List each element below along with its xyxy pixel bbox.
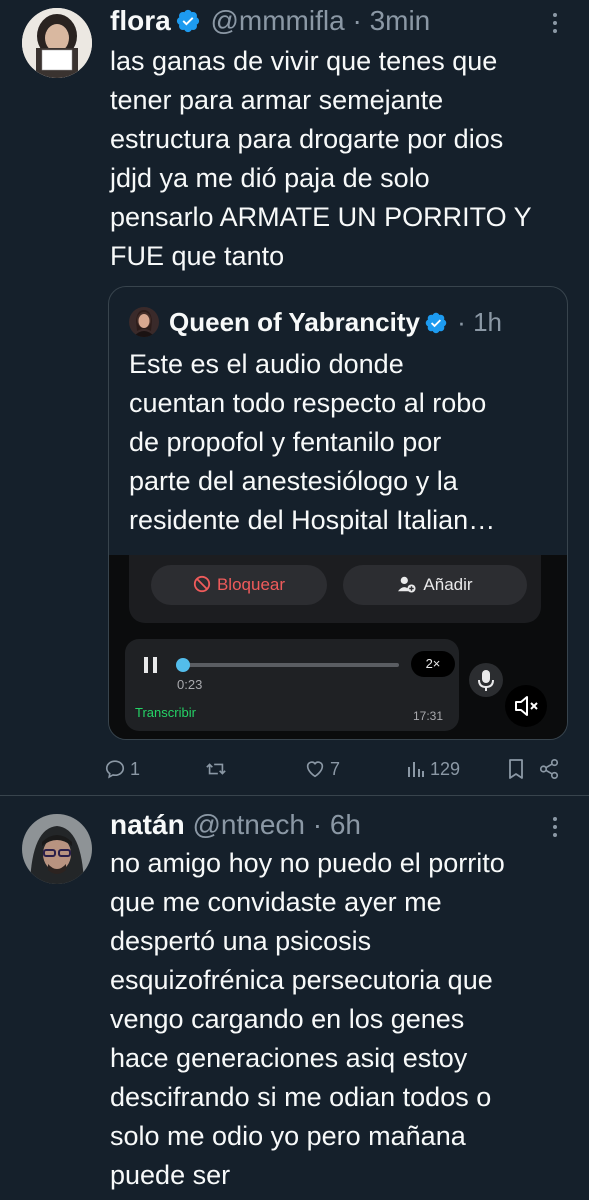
- quoted-timestamp[interactable]: 1h: [473, 307, 502, 337]
- separator-dot: ·: [457, 307, 466, 337]
- block-label: Bloquear: [216, 575, 286, 594]
- video-media[interactable]: Bloquear Añadir 0:23 2× Transcribir 17:3…: [109, 555, 567, 739]
- voice-message: 0:23 2× Transcribir 17:31: [125, 639, 459, 731]
- more-dots-icon[interactable]: [545, 8, 565, 38]
- reply-button[interactable]: 1: [104, 754, 140, 784]
- avatar-natan[interactable]: [22, 814, 92, 884]
- tweet-header: flora @mmmifla · 3min: [110, 4, 430, 42]
- speed-button: 2×: [411, 651, 455, 677]
- tweet-text: no amigo hoy no puedo el porrito que me …: [110, 844, 570, 1195]
- block-button: Bloquear: [151, 565, 327, 605]
- quoted-tweet[interactable]: Queen of Yabrancity · 1h Este es el audi…: [108, 286, 568, 740]
- like-count: 7: [330, 758, 341, 779]
- like-button[interactable]: 7: [304, 754, 340, 784]
- speed-label: 2×: [425, 656, 441, 671]
- text-line: esquizofrénica persecutoria que: [110, 965, 493, 995]
- text-line: parte del anestesiólogo y la: [129, 466, 458, 496]
- reply-icon: [105, 760, 125, 779]
- add-contact-icon: [398, 576, 416, 593]
- share-button[interactable]: [538, 754, 560, 784]
- pause-icon: [144, 657, 157, 673]
- timestamp[interactable]: 3min: [370, 5, 431, 36]
- avatar-flora-image: [22, 8, 92, 78]
- avatar-queen: [129, 307, 159, 337]
- handle[interactable]: @mmmifla: [210, 5, 344, 36]
- tweet-natan[interactable]: natán @ntnech · 6h no amigo hoy no puedo…: [0, 796, 589, 1200]
- timestamp[interactable]: 6h: [330, 809, 361, 840]
- audio-elapsed: 0:23: [177, 677, 203, 692]
- share-icon: [539, 759, 559, 779]
- repost-icon: [206, 763, 226, 775]
- avatar-flora[interactable]: [22, 8, 92, 78]
- text-line: vengo cargando en los genes: [110, 1004, 465, 1034]
- mute-icon[interactable]: [505, 685, 547, 727]
- separator-dot: ·: [352, 5, 362, 36]
- quoted-display-name[interactable]: Queen of Yabrancity: [169, 307, 420, 337]
- mic-icon: [469, 663, 503, 697]
- text-line: hace generaciones asiq estoy: [110, 1043, 468, 1073]
- views-button[interactable]: 129: [406, 754, 460, 784]
- tweet-text: las ganas de vivir que tenes que tener p…: [110, 42, 570, 276]
- text-line: solo me odio yo pero mañana: [110, 1121, 466, 1151]
- text-line: descifrando si me odian todos o: [110, 1082, 492, 1112]
- view-count: 129: [430, 758, 461, 779]
- text-line: puede ser: [110, 1160, 231, 1190]
- bookmark-button[interactable]: [506, 754, 526, 784]
- quoted-tweet-text: Este es el audio donde cuentan todo resp…: [129, 345, 559, 540]
- text-line: estructura para drogarte por dios: [110, 124, 504, 154]
- text-line: FUE que tanto: [110, 241, 285, 271]
- display-name[interactable]: natán: [110, 809, 185, 840]
- views-bars-icon: [408, 762, 424, 777]
- text-line: Este es el audio donde: [129, 349, 404, 379]
- text-line: las ganas de vivir que tenes que: [110, 46, 498, 76]
- tweet-actions: 1 7 129: [104, 754, 564, 784]
- text-line: de propofol y fentanilo por: [129, 427, 442, 457]
- more-dots-icon[interactable]: [545, 812, 565, 842]
- text-line: pensarlo ARMATE UN PORRITO Y: [110, 202, 532, 232]
- transcribe-link: Transcribir: [135, 705, 196, 720]
- text-line: que me convidaste ayer me: [110, 887, 442, 917]
- verified-badge-icon: [175, 8, 201, 42]
- repost-button[interactable]: [204, 754, 228, 784]
- separator-dot: ·: [312, 809, 323, 840]
- audio-progress-thumb: [176, 658, 190, 672]
- tweet-header: natán @ntnech · 6h: [110, 808, 361, 842]
- text-line: despertó una psicosis: [110, 926, 372, 956]
- verified-badge-icon: [424, 309, 448, 343]
- bookmark-icon: [509, 759, 523, 779]
- block-icon: [193, 575, 211, 593]
- text-line: cuentan todo respecto al robo: [129, 388, 487, 418]
- text-line: jdjd ya me dió paja de solo: [110, 163, 430, 193]
- add-label: Añadir: [423, 575, 473, 594]
- reply-count: 1: [130, 758, 141, 779]
- avatar-natan-image: [22, 814, 92, 884]
- text-line: tener para armar semejante: [110, 85, 444, 115]
- chat-action-panel: Bloquear Añadir: [129, 555, 541, 623]
- audio-track: [183, 663, 399, 667]
- message-time: 17:31: [412, 709, 443, 723]
- quoted-tweet-header: Queen of Yabrancity · 1h: [129, 305, 502, 343]
- text-line: residente del Hospital Italian…: [129, 505, 496, 535]
- text-line: no amigo hoy no puedo el porrito: [110, 848, 505, 878]
- heart-icon: [306, 761, 324, 778]
- display-name[interactable]: flora: [110, 5, 171, 36]
- handle[interactable]: @ntnech: [192, 809, 305, 840]
- add-button: Añadir: [343, 565, 527, 605]
- tweet-flora[interactable]: flora @mmmifla · 3min las ganas de vivir…: [0, 0, 589, 796]
